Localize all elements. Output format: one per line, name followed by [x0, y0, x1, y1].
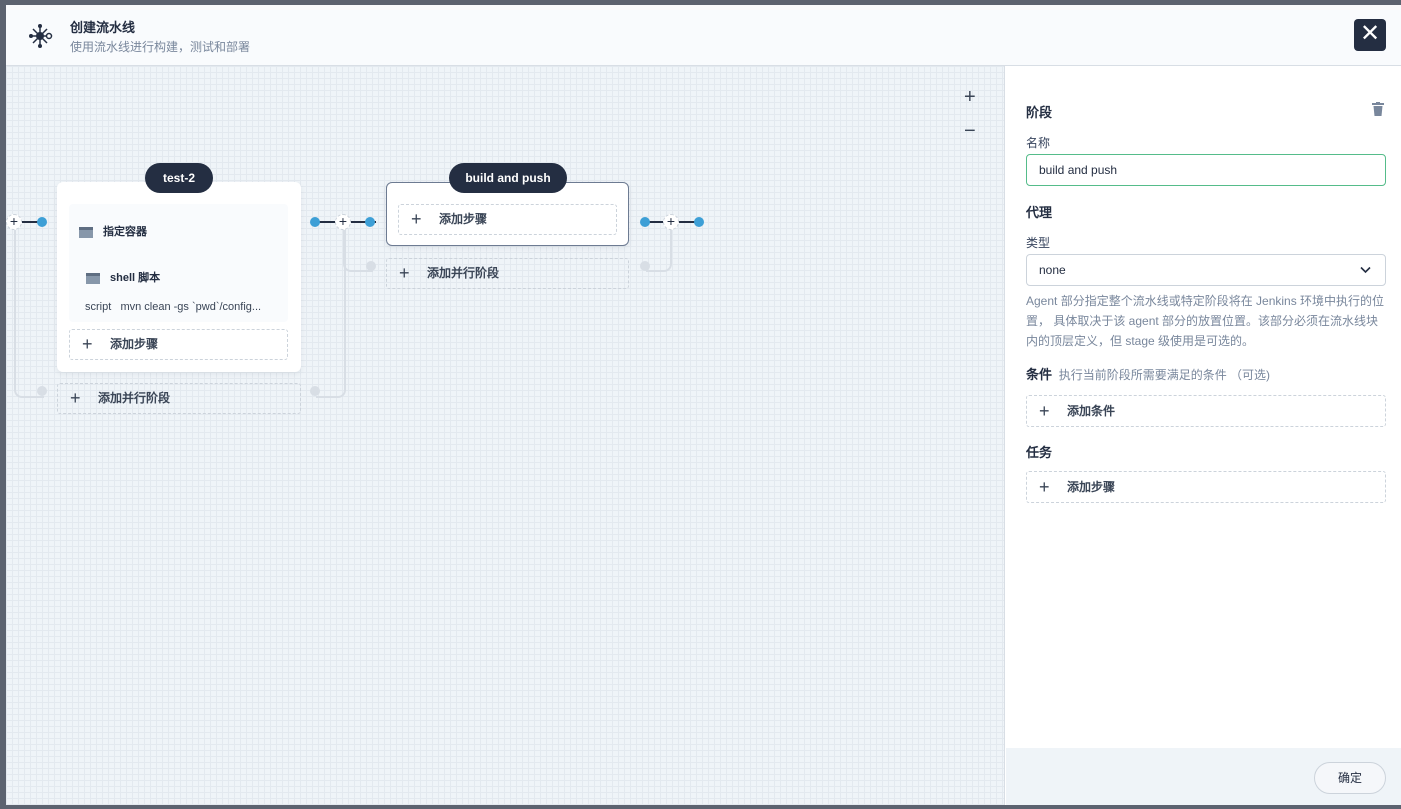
modal-header: 创建流水线 使用流水线进行构建，测试和部署 ✕: [6, 5, 1401, 66]
stage-name-pill[interactable]: test-2: [145, 163, 213, 193]
connector-dot: [310, 217, 320, 227]
chevron-down-icon: [1360, 266, 1371, 274]
add-stage-button[interactable]: +: [6, 214, 22, 230]
agent-description: Agent 部分指定整个流水线或特定阶段将在 Jenkins 环境中执行的位置，…: [1026, 294, 1385, 348]
add-stage-button[interactable]: +: [663, 214, 679, 230]
step-container[interactable]: 指定容器: [79, 223, 147, 239]
connector-dot: [365, 217, 375, 227]
pipeline-modal: 创建流水线 使用流水线进行构建，测试和部署 ✕ + − + 指定容器 shell…: [6, 5, 1401, 805]
add-parallel-stage-button[interactable]: + 添加并行阶段: [386, 258, 629, 289]
agent-type-select[interactable]: none: [1026, 254, 1386, 286]
modal-subtitle: 使用流水线进行构建，测试和部署: [70, 40, 251, 54]
connector-dot: [694, 217, 704, 227]
add-step-button[interactable]: + 添加步骤: [69, 329, 288, 360]
zoom-out-button[interactable]: −: [964, 120, 976, 143]
add-step-button[interactable]: + 添加步骤: [398, 204, 617, 235]
terminal-icon: [79, 226, 93, 238]
connector-dot: [640, 261, 650, 271]
stage-name-input[interactable]: build and push: [1026, 154, 1386, 186]
close-button[interactable]: ✕: [1354, 19, 1386, 51]
stage-card-test-2[interactable]: 指定容器 shell 脚本 script mvn clean -gs `pwd`…: [57, 182, 301, 372]
task-title: 任务: [1026, 445, 1053, 460]
zoom-in-button[interactable]: +: [964, 86, 976, 109]
type-label: 类型: [1026, 236, 1051, 250]
condition-header: 条件 执行当前阶段所需要满足的条件 （可选): [1026, 367, 1271, 382]
panel-footer: 确定: [1006, 748, 1401, 805]
close-icon: ✕: [1359, 20, 1381, 47]
pipeline-icon: [29, 24, 53, 48]
add-task-step-button[interactable]: + 添加步骤: [1026, 471, 1386, 503]
stage-name-pill[interactable]: build and push: [449, 163, 567, 193]
step-shell[interactable]: shell 脚本: [86, 269, 160, 285]
confirm-button[interactable]: 确定: [1314, 762, 1386, 794]
add-parallel-stage-button[interactable]: + 添加并行阶段: [57, 383, 301, 414]
step-shell-detail: script mvn clean -gs `pwd`/config...: [85, 301, 262, 313]
modal-title: 创建流水线: [70, 20, 136, 35]
add-condition-button[interactable]: + 添加条件: [1026, 395, 1386, 427]
trash-icon[interactable]: [1372, 102, 1384, 116]
connector-dot: [310, 386, 320, 396]
stage-settings-panel: 阶段 名称 build and push 代理 类型 none Agent 部分…: [1006, 66, 1401, 805]
name-label: 名称: [1026, 136, 1051, 150]
add-stage-button[interactable]: +: [335, 214, 351, 230]
step-list: 指定容器 shell 脚本 script mvn clean -gs `pwd`…: [69, 204, 288, 322]
connector-dot: [37, 386, 47, 396]
connector-dot: [37, 217, 47, 227]
terminal-icon: [86, 272, 100, 284]
agent-title: 代理: [1026, 205, 1053, 220]
stage-section-title: 阶段: [1026, 105, 1053, 120]
connector-dot: [640, 217, 650, 227]
connector-dot: [366, 261, 376, 271]
pipeline-canvas[interactable]: + − + 指定容器 shell 脚本 script mvn clean -gs…: [6, 66, 1005, 805]
